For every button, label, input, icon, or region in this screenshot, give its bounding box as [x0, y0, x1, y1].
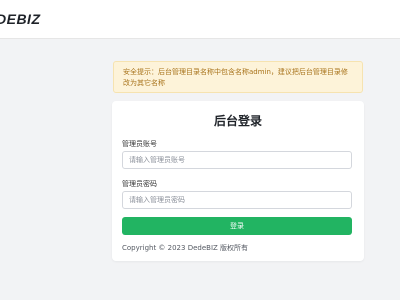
login-card: 后台登录 管理员账号 管理员密码 登录 Copyright © 2023 Ded…: [112, 101, 364, 261]
password-label: 管理员密码: [122, 180, 157, 188]
top-bar: DEBIZ: [0, 0, 400, 39]
username-label: 管理员账号: [122, 140, 157, 148]
security-notice: 安全提示：后台管理目录名称中包含名称admin，建议把后台管理目录修改为其它名称: [113, 61, 363, 93]
brand-logo[interactable]: DEBIZ: [0, 11, 41, 27]
login-button[interactable]: 登录: [122, 217, 352, 235]
login-title: 后台登录: [213, 114, 262, 128]
password-input[interactable]: [122, 191, 352, 209]
security-notice-text: 安全提示：后台管理目录名称中包含名称admin，建议把后台管理目录修改为其它名称: [123, 68, 348, 87]
username-input[interactable]: [122, 151, 352, 169]
copyright-text: Copyright © 2023 DedeBIZ 版权所有: [122, 244, 249, 252]
